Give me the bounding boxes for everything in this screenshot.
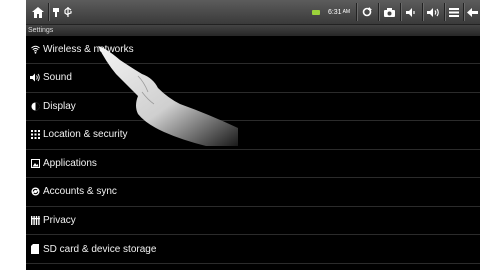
sync-icon: [30, 186, 40, 196]
settings-item-label: Privacy: [43, 214, 76, 226]
settings-item-sound[interactable]: Sound: [26, 63, 480, 91]
back-icon[interactable]: [466, 0, 479, 24]
menu-icon[interactable]: [447, 0, 461, 24]
settings-item-wireless-networks[interactable]: Wireless & networks: [26, 35, 480, 63]
settings-item-label: Accounts & sync: [43, 185, 117, 197]
settings-item-sd-card-storage[interactable]: SD card & device storage: [26, 235, 480, 263]
usb-debug-icon: [63, 0, 73, 24]
usb-icon: [51, 0, 61, 24]
tablet-screen: 6:31 AM Settings Wireless & networks Sou…: [26, 0, 480, 270]
applications-icon: [30, 158, 40, 168]
settings-item-privacy[interactable]: Privacy: [26, 206, 480, 234]
speaker-icon: [30, 72, 40, 82]
camera-icon[interactable]: [381, 0, 397, 24]
brightness-icon: [30, 101, 40, 111]
settings-item-applications[interactable]: Applications: [26, 149, 480, 177]
volume-up-icon[interactable]: [425, 0, 441, 24]
settings-item-label: Location & security: [43, 128, 128, 140]
privacy-icon: [30, 215, 40, 225]
settings-item-accounts-sync[interactable]: Accounts & sync: [26, 177, 480, 205]
clock-ampm: AM: [342, 9, 351, 15]
sdcard-icon: [30, 244, 40, 254]
status-bar: 6:31 AM: [26, 0, 480, 25]
grid-icon: [30, 129, 40, 139]
settings-item-label: Sound: [43, 71, 72, 83]
settings-item-label: Display: [43, 100, 76, 112]
settings-item-label: Applications: [43, 157, 97, 169]
settings-item-label: SD card & device storage: [43, 243, 157, 255]
settings-item-label: Wireless & networks: [43, 43, 134, 55]
volume-down-icon[interactable]: [403, 0, 419, 24]
clock: 6:31 AM: [323, 0, 355, 24]
settings-item-display[interactable]: Display: [26, 92, 480, 120]
settings-item-location-security[interactable]: Location & security: [26, 120, 480, 148]
wifi-icon: [30, 44, 40, 54]
clock-time: 6:31: [327, 8, 342, 16]
refresh-icon[interactable]: [359, 0, 375, 24]
battery-icon: [311, 0, 321, 24]
home-icon[interactable]: [30, 0, 46, 24]
